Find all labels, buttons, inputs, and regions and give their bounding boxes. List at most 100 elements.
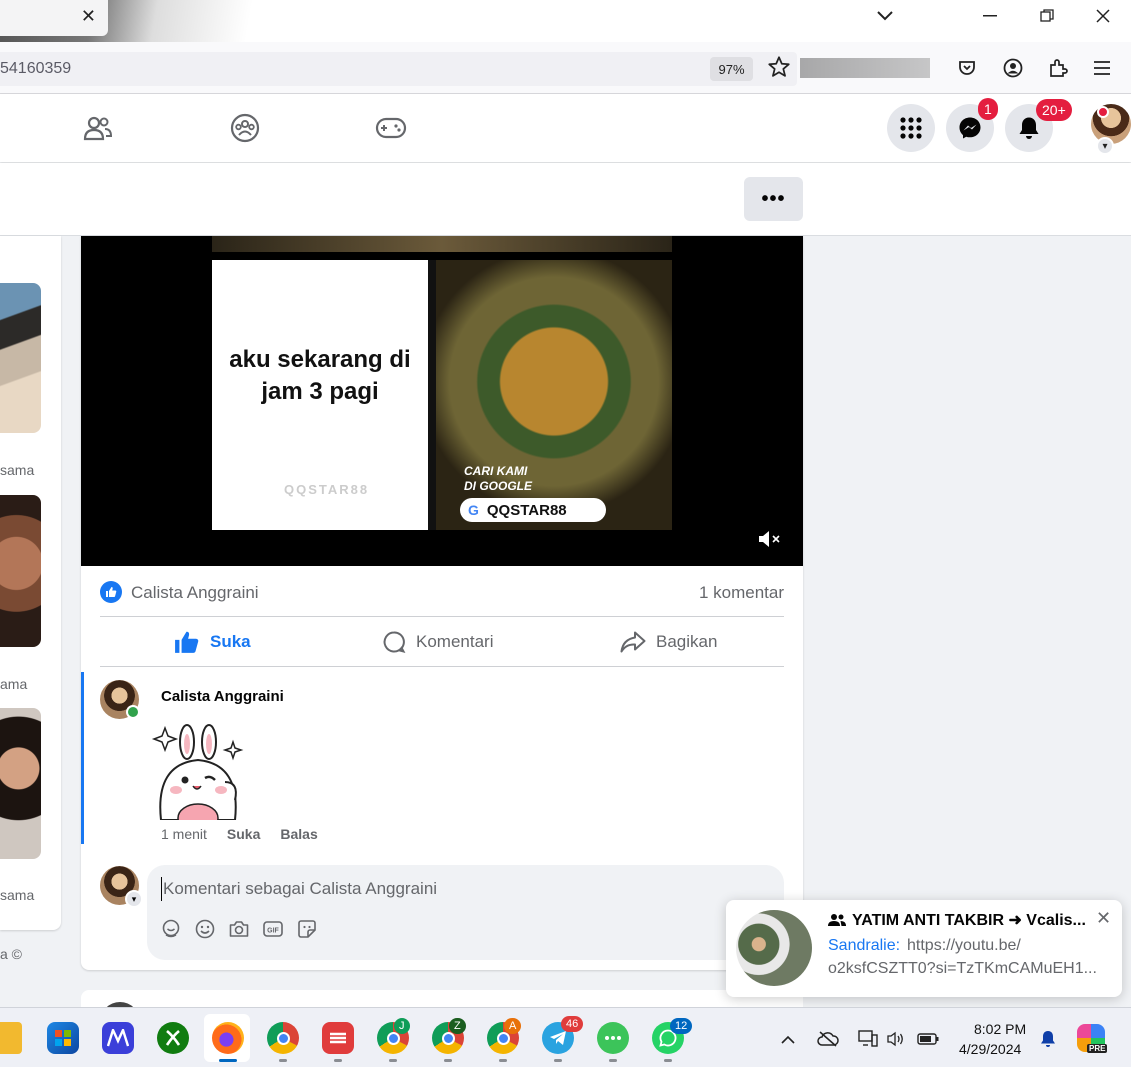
battery-icon[interactable] bbox=[917, 1028, 939, 1050]
chat-app-icon[interactable] bbox=[597, 1022, 629, 1054]
emoji-icon[interactable] bbox=[195, 919, 215, 939]
more-dots-icon: ••• bbox=[761, 187, 786, 210]
file-explorer-icon[interactable] bbox=[0, 1022, 22, 1054]
minimize-icon[interactable] bbox=[973, 4, 1007, 28]
toast-title-text: YATIM ANTI TAKBIR ➜ Vcalis... bbox=[852, 912, 1086, 929]
composer-chevron-icon[interactable]: ▾ bbox=[125, 890, 143, 908]
account-chevron-icon[interactable]: ▾ bbox=[1096, 137, 1114, 155]
comment-like-link[interactable]: Suka bbox=[227, 826, 260, 842]
google-g-icon: G bbox=[468, 502, 479, 518]
toast-sender: Sandralie: bbox=[828, 937, 901, 954]
share-button[interactable]: Bagikan bbox=[620, 617, 717, 667]
tab-list-chevron-icon[interactable] bbox=[868, 4, 902, 28]
messenger-icon bbox=[959, 117, 981, 139]
comment-author[interactable]: Calista Anggraini bbox=[161, 688, 284, 705]
like-label: Suka bbox=[210, 632, 251, 651]
comment-composer: GIF bbox=[147, 865, 784, 960]
thumb-caption: sama bbox=[0, 462, 35, 478]
camera-icon[interactable] bbox=[229, 919, 249, 939]
clock-date[interactable]: 4/29/2024 bbox=[959, 1041, 1021, 1057]
comment-reply-link[interactable]: Balas bbox=[280, 826, 317, 842]
notification-bell-icon[interactable] bbox=[1037, 1028, 1059, 1050]
running-indicator bbox=[499, 1059, 507, 1062]
comment-input[interactable] bbox=[161, 877, 761, 901]
video-player[interactable]: aku sekarang di jam 3 pagi QQSTAR88 CARI… bbox=[81, 236, 803, 566]
running-indicator bbox=[609, 1059, 617, 1062]
reactor-name[interactable]: Calista Anggraini bbox=[131, 583, 259, 603]
facebook-top-nav: 1 20+ bbox=[0, 94, 1131, 162]
url-text[interactable]: 54160359 bbox=[0, 60, 71, 78]
video-top-strip bbox=[212, 236, 672, 252]
display-icon[interactable] bbox=[857, 1028, 879, 1050]
sticker-icon[interactable] bbox=[297, 919, 317, 939]
firefox-icon[interactable] bbox=[212, 1022, 244, 1054]
comment-button[interactable]: Komentari bbox=[382, 617, 493, 667]
microsoft-store-icon[interactable] bbox=[47, 1022, 79, 1054]
message-toast[interactable]: YATIM ANTI TAKBIR ➜ Vcalis... Sandralie:… bbox=[726, 900, 1122, 997]
zoom-level-badge[interactable]: 97% bbox=[710, 57, 753, 81]
tray-chevron-up-icon[interactable] bbox=[777, 1028, 799, 1050]
toast-link-line-2: o2ksfCSZTT0?si=TzTKmCAMuEH1... bbox=[828, 960, 1097, 977]
windows-taskbar: J Z A 46 12 8:02 PM 4/29/2024 PRE bbox=[0, 1007, 1131, 1067]
comment-count[interactable]: 1 komentar bbox=[699, 583, 784, 603]
friends-icon[interactable] bbox=[82, 112, 114, 144]
browser-tab[interactable]: ✕ bbox=[0, 0, 108, 36]
address-toolbar: 54160359 97% bbox=[0, 42, 1131, 94]
menu-icon[interactable] bbox=[1090, 56, 1114, 80]
video-divider bbox=[428, 260, 436, 530]
gaming-icon[interactable] bbox=[375, 112, 407, 144]
close-window-icon[interactable] bbox=[1086, 4, 1120, 28]
like-reaction-icon[interactable] bbox=[100, 581, 122, 603]
video-frame: aku sekarang di jam 3 pagi QQSTAR88 CARI… bbox=[212, 236, 672, 530]
pocket-icon[interactable] bbox=[955, 56, 979, 80]
more-options-button[interactable]: ••• bbox=[744, 177, 803, 221]
bell-icon bbox=[1019, 117, 1039, 139]
photo-thumb[interactable] bbox=[0, 708, 41, 859]
share-arrow-icon bbox=[620, 631, 646, 653]
like-button[interactable]: Suka bbox=[174, 617, 251, 667]
messenger-badge: 1 bbox=[978, 98, 998, 120]
chrome-profile-j-letter: J bbox=[394, 1018, 410, 1034]
telegram-badge: 46 bbox=[561, 1016, 584, 1032]
comment-time[interactable]: 1 menit bbox=[161, 826, 207, 842]
menu-grid-button[interactable] bbox=[887, 104, 935, 152]
post-actions: Suka Komentari Bagikan bbox=[100, 616, 784, 667]
chrome-profile-a-letter: A bbox=[504, 1018, 522, 1034]
photo-thumb[interactable] bbox=[0, 283, 41, 433]
grid-icon bbox=[900, 117, 922, 139]
account-icon[interactable] bbox=[1001, 56, 1025, 80]
groups-icon[interactable] bbox=[229, 112, 261, 144]
firefox-running-indicator bbox=[219, 1059, 237, 1062]
composer-tools: GIF bbox=[161, 919, 317, 939]
video-search-pill: G QQSTAR88 bbox=[460, 498, 606, 522]
clock-time[interactable]: 8:02 PM bbox=[974, 1021, 1026, 1037]
tab-close-icon[interactable]: ✕ bbox=[81, 6, 96, 27]
chrome-profile-photo-icon[interactable] bbox=[267, 1022, 299, 1054]
video-watermark-logo: QQSTAR88 bbox=[284, 482, 370, 497]
volume-icon[interactable] bbox=[885, 1028, 907, 1050]
url-bar[interactable]: 54160359 97% bbox=[0, 52, 797, 86]
browser-title-bar: ✕ bbox=[0, 0, 1131, 42]
photo-thumb[interactable] bbox=[0, 495, 41, 647]
gif-icon[interactable]: GIF bbox=[263, 919, 283, 939]
copilot-pre-label: PRE bbox=[1087, 1044, 1108, 1053]
post-card: aku sekarang di jam 3 pagi QQSTAR88 CARI… bbox=[81, 236, 803, 970]
cari-line-1: CARI KAMI bbox=[464, 464, 528, 478]
onedrive-offline-icon[interactable] bbox=[817, 1028, 839, 1050]
chrome-profile-z-letter: Z bbox=[449, 1018, 466, 1034]
red-app-icon[interactable] bbox=[322, 1022, 354, 1054]
running-indicator bbox=[554, 1059, 562, 1062]
profile-sub-header: ••• bbox=[0, 163, 1131, 236]
bookmark-star-icon[interactable] bbox=[766, 54, 794, 82]
running-indicator bbox=[444, 1059, 452, 1062]
running-indicator bbox=[334, 1059, 342, 1062]
comment-meta: 1 menit Suka Balas bbox=[161, 826, 318, 842]
profile-alert-dot bbox=[1097, 106, 1109, 118]
avatar-sticker-icon[interactable] bbox=[161, 919, 181, 939]
mute-icon[interactable] bbox=[757, 528, 783, 550]
app-m-icon[interactable] bbox=[102, 1022, 134, 1054]
xbox-icon[interactable] bbox=[157, 1022, 189, 1054]
toast-close-icon[interactable]: ✕ bbox=[1096, 908, 1111, 929]
extensions-icon[interactable] bbox=[1046, 56, 1070, 80]
restore-icon[interactable] bbox=[1030, 4, 1064, 28]
